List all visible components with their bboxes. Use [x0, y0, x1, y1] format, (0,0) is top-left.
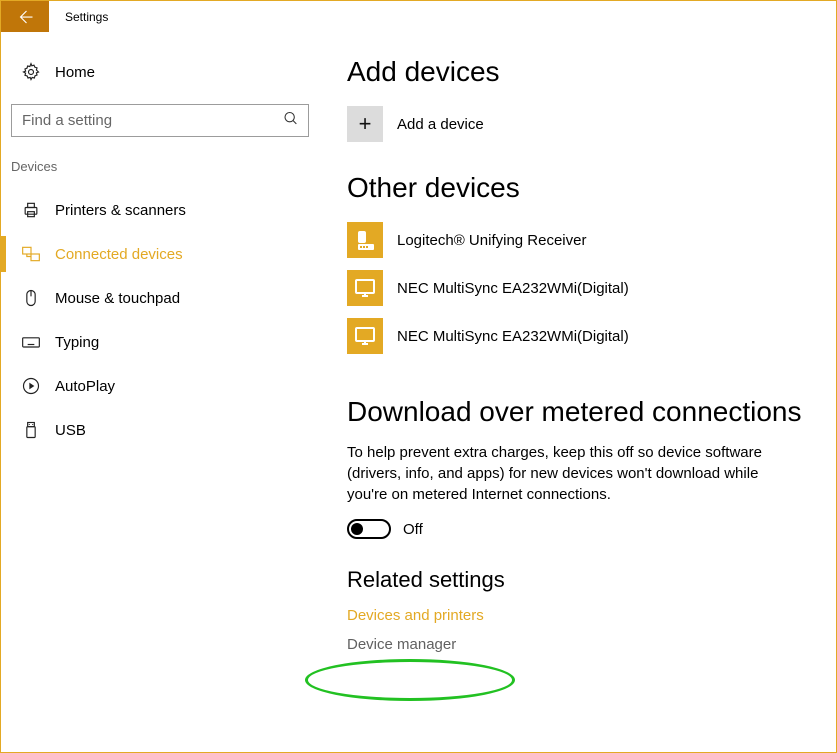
sidebar-item-label: Typing	[55, 334, 99, 351]
heading-add-devices: Add devices	[347, 56, 806, 88]
add-device-label: Add a device	[397, 116, 484, 133]
device-item[interactable]: NEC MultiSync EA232WMi(Digital)	[347, 270, 806, 306]
search-input[interactable]	[22, 112, 274, 129]
mouse-icon	[21, 288, 41, 308]
add-device-button[interactable]: + Add a device	[347, 106, 806, 142]
sidebar-section-label: Devices	[1, 159, 309, 174]
sidebar: Home Devices Printers & scanners	[1, 32, 319, 752]
toggle-switch-icon	[347, 519, 391, 539]
sidebar-home[interactable]: Home	[11, 56, 309, 88]
sidebar-item-typing[interactable]: Typing	[1, 320, 309, 364]
sidebar-item-label: Mouse & touchpad	[55, 290, 180, 307]
arrow-left-icon	[16, 8, 34, 26]
receiver-icon	[347, 222, 383, 258]
connected-devices-icon	[21, 244, 41, 264]
sidebar-item-printers[interactable]: Printers & scanners	[1, 188, 309, 232]
back-button[interactable]	[1, 1, 49, 32]
link-device-manager[interactable]: Device manager	[347, 636, 456, 653]
sidebar-item-label: AutoPlay	[55, 378, 115, 395]
plus-icon: +	[347, 106, 383, 142]
heading-other-devices: Other devices	[347, 172, 806, 204]
sidebar-home-label: Home	[55, 64, 95, 81]
device-item[interactable]: NEC MultiSync EA232WMi(Digital)	[347, 318, 806, 354]
toggle-state-label: Off	[403, 521, 423, 538]
heading-related: Related settings	[347, 567, 806, 593]
sidebar-item-label: USB	[55, 422, 86, 439]
metered-description: To help prevent extra charges, keep this…	[347, 442, 767, 505]
usb-icon	[21, 420, 41, 440]
sidebar-item-connected-devices[interactable]: Connected devices	[1, 232, 309, 276]
sidebar-item-autoplay[interactable]: AutoPlay	[1, 364, 309, 408]
device-item[interactable]: Logitech® Unifying Receiver	[347, 222, 806, 258]
sidebar-item-mouse[interactable]: Mouse & touchpad	[1, 276, 309, 320]
device-name: NEC MultiSync EA232WMi(Digital)	[397, 280, 629, 297]
printer-icon	[21, 200, 41, 220]
search-icon	[283, 110, 299, 131]
device-name: Logitech® Unifying Receiver	[397, 232, 586, 249]
sidebar-item-label: Printers & scanners	[55, 202, 186, 219]
search-box[interactable]	[11, 104, 309, 137]
keyboard-icon	[21, 332, 41, 352]
window-title: Settings	[65, 10, 108, 24]
sidebar-item-label: Connected devices	[55, 246, 183, 263]
sidebar-item-usb[interactable]: USB	[1, 408, 309, 452]
link-devices-and-printers[interactable]: Devices and printers	[347, 607, 484, 624]
autoplay-icon	[21, 376, 41, 396]
titlebar: Settings	[1, 1, 836, 32]
monitor-icon	[347, 318, 383, 354]
device-name: NEC MultiSync EA232WMi(Digital)	[397, 328, 629, 345]
gear-icon	[21, 62, 41, 82]
content-pane: Add devices + Add a device Other devices…	[319, 32, 836, 752]
metered-toggle[interactable]: Off	[347, 519, 806, 539]
heading-metered: Download over metered connections	[347, 396, 806, 428]
monitor-icon	[347, 270, 383, 306]
